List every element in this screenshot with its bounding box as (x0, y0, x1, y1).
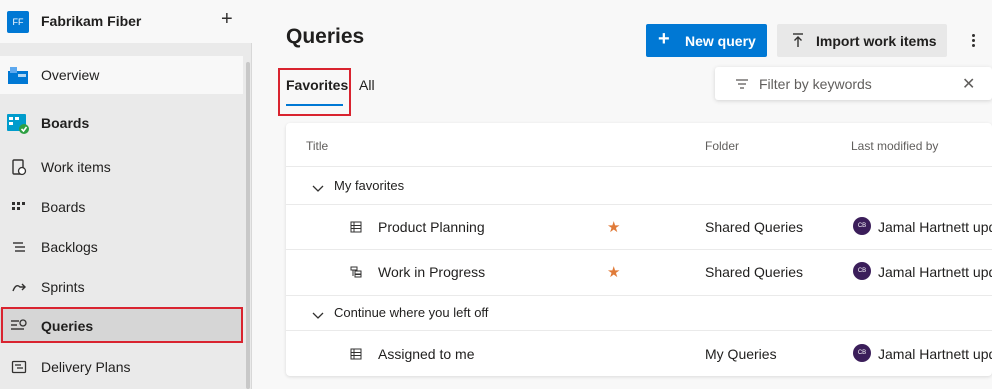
sidebar-item-label: Sprints (41, 278, 85, 295)
query-folder: Shared Queries (705, 264, 804, 280)
org-name[interactable]: Fabrikam Fiber (41, 13, 141, 29)
delivery-plans-icon (10, 358, 28, 376)
sidebar: FF Fabrikam Fiber + Overview Boards Work… (0, 0, 252, 389)
group-row-continue[interactable]: Continue where you left off (286, 294, 992, 332)
flat-query-icon (350, 220, 362, 238)
boards-hub-icon (6, 111, 30, 135)
group-label: Continue where you left off (334, 305, 489, 320)
favorite-star-icon[interactable]: ★ (607, 263, 620, 281)
query-title[interactable]: Product Planning (378, 219, 485, 235)
sidebar-item-label: Backlogs (41, 238, 98, 255)
queries-highlight-box (1, 307, 243, 343)
table-row[interactable]: Assigned to me My Queries CB Jamal Hartn… (286, 332, 992, 376)
new-query-label: New query (685, 33, 756, 49)
filter-placeholder: Filter by keywords (759, 76, 872, 92)
query-folder: Shared Queries (705, 219, 804, 235)
table-row[interactable]: Product Planning ★ Shared Queries CB Jam… (286, 205, 992, 250)
sidebar-item-label: Boards (41, 198, 86, 215)
avatar: CB (853, 217, 871, 235)
work-items-icon (10, 158, 28, 176)
upload-icon (791, 32, 805, 51)
import-work-items-button[interactable]: Import work items (777, 24, 947, 57)
import-work-items-label: Import work items (816, 33, 937, 49)
overview-icon (6, 63, 30, 87)
last-modified-by: Jamal Hartnett upd (878, 264, 992, 280)
divider (286, 330, 992, 331)
tab-all[interactable]: All (359, 77, 375, 93)
sidebar-item-label: Delivery Plans (41, 358, 131, 375)
sidebar-scrollbar-thumb[interactable] (246, 62, 250, 389)
add-project-button[interactable]: + (221, 9, 233, 29)
sidebar-item-delivery-plans[interactable]: Delivery Plans (0, 348, 243, 385)
close-icon[interactable]: ✕ (962, 74, 975, 94)
new-query-button[interactable]: + New query (646, 24, 767, 57)
backlogs-icon (10, 238, 28, 256)
column-header-title[interactable]: Title (306, 139, 328, 153)
filter-input[interactable]: Filter by keywords ✕ (715, 67, 992, 100)
last-modified-by: Jamal Hartnett upd (878, 346, 992, 362)
tree-query-icon (350, 265, 362, 283)
sprints-icon (10, 278, 28, 296)
more-options-button[interactable] (967, 30, 979, 50)
page-title: Queries (286, 25, 365, 48)
group-row-my-favorites[interactable]: My favorites (286, 167, 992, 205)
chevron-down-icon[interactable] (312, 180, 324, 198)
sidebar-item-overview[interactable]: Overview (0, 56, 243, 94)
favorites-highlight-box (278, 68, 351, 116)
flat-query-icon (350, 347, 362, 365)
chevron-down-icon[interactable] (312, 307, 324, 325)
sidebar-item-work-items[interactable]: Work items (0, 148, 243, 185)
queries-table: Title Folder Last modified by My favorit… (286, 123, 992, 376)
last-modified-by: Jamal Hartnett upd (878, 219, 992, 235)
group-label: My favorites (334, 178, 405, 193)
sidebar-item-label: Work items (41, 158, 111, 175)
sidebar-item-boards[interactable]: Boards (0, 188, 243, 225)
main-content: Queries + New query Import work items Fa… (253, 0, 992, 389)
query-title[interactable]: Work in Progress (378, 264, 485, 280)
sidebar-item-label: Overview (41, 67, 100, 83)
org-avatar[interactable]: FF (7, 11, 29, 33)
favorite-star-icon[interactable]: ★ (607, 218, 620, 236)
sidebar-item-boards-hub[interactable]: Boards (0, 104, 243, 141)
query-folder: My Queries (705, 346, 777, 362)
boards-icon (10, 198, 28, 216)
column-header-folder[interactable]: Folder (705, 139, 739, 153)
sidebar-item-sprints[interactable]: Sprints (0, 268, 243, 305)
sidebar-item-backlogs[interactable]: Backlogs (0, 228, 243, 265)
filter-icon (735, 77, 749, 95)
plus-icon: + (658, 28, 670, 50)
avatar: CB (853, 262, 871, 280)
query-title[interactable]: Assigned to me (378, 346, 475, 362)
column-header-last-modified-by[interactable]: Last modified by (851, 139, 938, 153)
sidebar-item-label: Boards (41, 114, 90, 131)
table-row[interactable]: Work in Progress ★ Shared Queries CB Jam… (286, 250, 992, 295)
org-header: FF Fabrikam Fiber + (0, 0, 252, 43)
avatar: CB (853, 344, 871, 362)
